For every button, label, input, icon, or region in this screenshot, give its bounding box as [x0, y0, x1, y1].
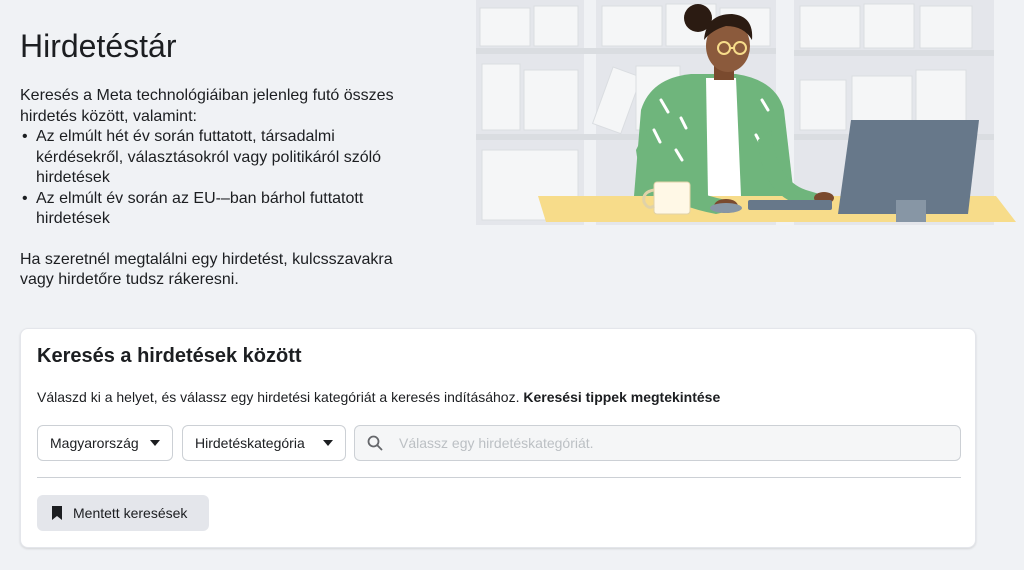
person-at-computer-illustration	[476, 0, 1024, 225]
saved-searches-label: Mentett keresések	[73, 505, 188, 521]
country-dropdown[interactable]: Magyarország	[37, 425, 173, 461]
caret-down-icon	[150, 440, 160, 446]
search-input[interactable]	[397, 434, 948, 452]
intro-bullet-item: Az elmúlt hét év során futtatott, társad…	[20, 127, 420, 189]
card-divider	[37, 477, 961, 478]
intro-paragraph-search-hint: Ha szeretnél megtalálni egy hirdetést, k…	[20, 250, 393, 289]
intro-bullet-list: Az elmúlt hét év során futtatott, társad…	[20, 127, 420, 230]
saved-searches-button[interactable]: Mentett keresések	[37, 495, 209, 531]
bookmark-icon	[52, 506, 62, 520]
search-card-title: Keresés a hirdetések között	[37, 345, 302, 367]
hero-illustration	[476, 0, 1024, 225]
search-card-description: Válaszd ki a helyet, és válassz egy hird…	[37, 389, 720, 405]
page-title: Hirdetéstár	[20, 28, 177, 64]
intro-paragraph: Keresés a Meta technológiáiban jelenleg …	[20, 87, 394, 125]
ad-category-dropdown[interactable]: Hirdetéskategória	[182, 425, 346, 461]
intro-bullet-item: Az elmúlt év során az EU-–ban bárhol fut…	[20, 189, 420, 230]
search-card-description-text: Válaszd ki a helyet, és válassz egy hird…	[37, 389, 520, 405]
search-tips-link[interactable]: Keresési tippek megtekintése	[523, 389, 720, 405]
search-ads-card: Keresés a hirdetések között Válaszd ki a…	[20, 328, 976, 548]
country-dropdown-label: Magyarország	[50, 435, 139, 451]
search-box[interactable]	[354, 425, 961, 461]
ad-category-dropdown-label: Hirdetéskategória	[195, 435, 305, 451]
caret-down-icon	[323, 440, 333, 446]
search-icon	[367, 435, 383, 451]
intro-section: Hirdetéstár Keresés a Meta technológiáib…	[20, 26, 420, 291]
